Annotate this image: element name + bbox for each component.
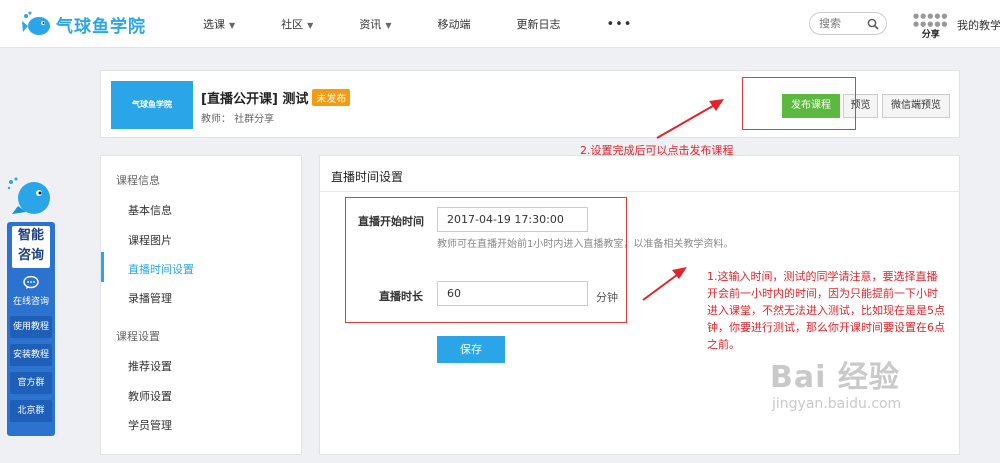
watermark-url: jingyan.baidu.com [772, 396, 902, 412]
baidu-jingyan-watermark: Bai 经验 jingyan.baidu.com [770, 352, 901, 412]
annotation-time-note: 1.这输入时间，测试的同学请注意，要选择直播 开会前一小时内的时间，因为只能提前… [707, 268, 997, 353]
annotation-line: 1.这输入时间，测试的同学请注意，要选择直播 [707, 270, 938, 283]
annotation-line: 进入课堂，不然无法进入测试，比如现在是是5点 [707, 304, 945, 317]
arrow-to-publish-icon [656, 99, 724, 139]
watermark-brand: Bai 经验 [770, 360, 900, 395]
annotation-line: 之前。 [707, 338, 740, 351]
arrow-to-form-icon [642, 267, 687, 301]
annotation-line: 开会前一小时内的时间，因为只能提前一下小时 [707, 287, 938, 300]
annotation-publish-note: 2.设置完成后可以点击发布课程 [580, 144, 734, 157]
annotation-line: 钟，你要进行测试，那么你开课时间要设置在6点 [707, 321, 945, 334]
